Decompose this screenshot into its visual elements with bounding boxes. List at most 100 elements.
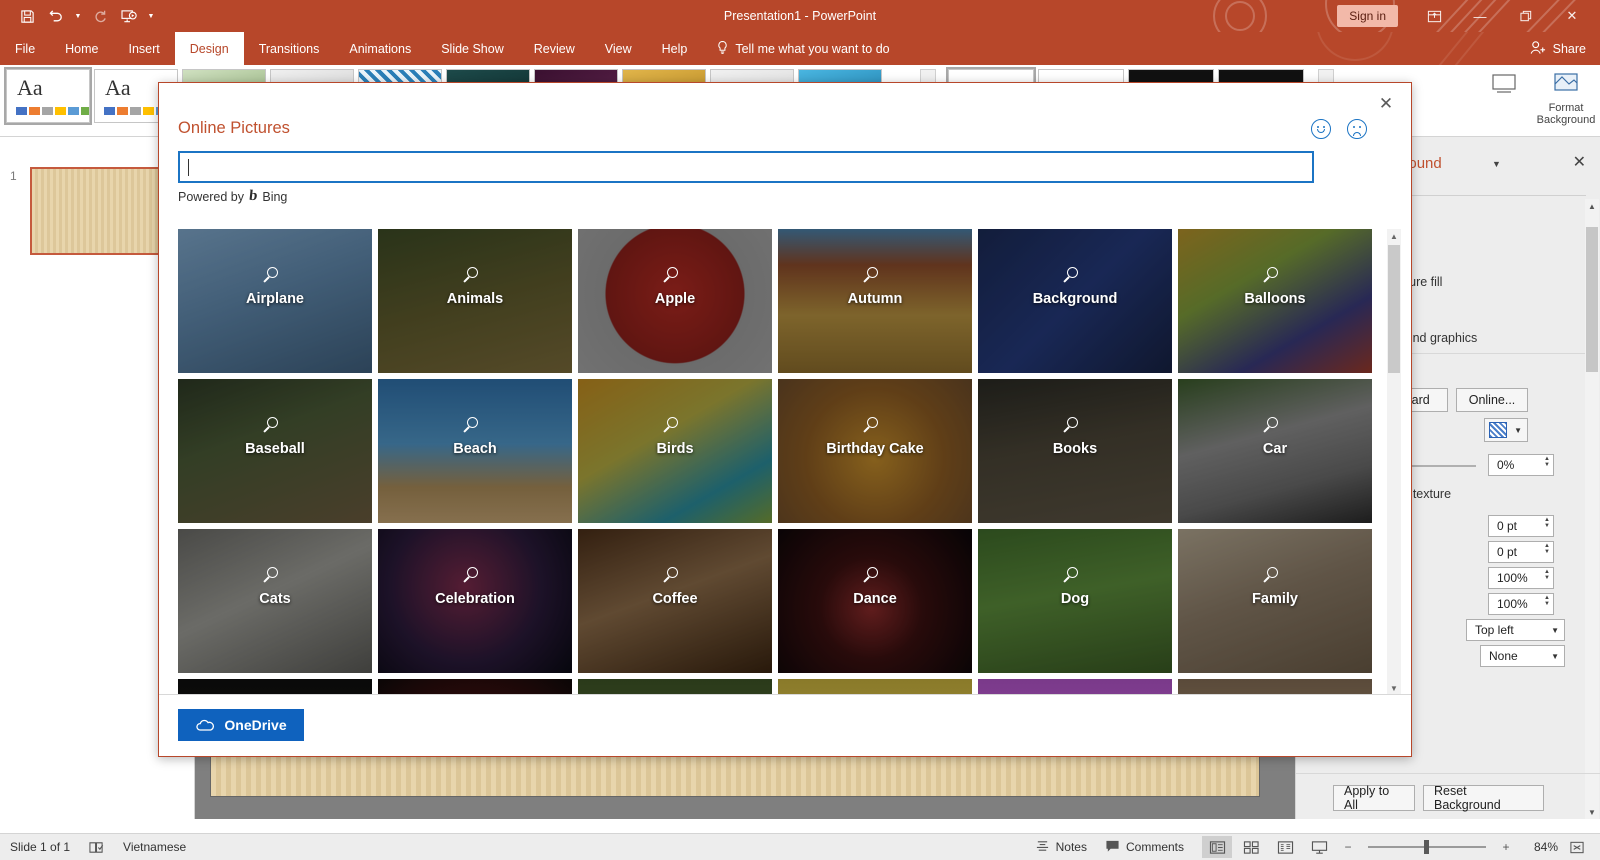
tell-me-label: Tell me what you want to do <box>735 41 890 56</box>
offset-x-field[interactable]: 0 pt ▲ ▼ <box>1488 515 1554 537</box>
category-tile[interactable]: Balloons <box>1178 229 1372 373</box>
ribbon-tab-design[interactable]: Design <box>174 32 244 65</box>
pane-close-icon[interactable]: ✕ <box>1573 152 1586 172</box>
restore-button[interactable] <box>1504 2 1548 30</box>
category-tile[interactable]: Coffee <box>578 529 772 673</box>
zoom-in-button[interactable]: + <box>1496 840 1516 854</box>
ribbon-tab-help[interactable]: Help <box>647 32 703 65</box>
zoom-level-label[interactable]: 84% <box>1520 840 1558 854</box>
fit-slide-to-window-button[interactable] <box>1562 836 1592 858</box>
category-tile[interactable]: Books <box>978 379 1172 523</box>
normal-view-button[interactable] <box>1202 836 1232 858</box>
sign-in-button[interactable]: Sign in <box>1337 5 1398 27</box>
scroll-up-icon[interactable]: ▲ <box>1387 229 1401 243</box>
scale-y-field[interactable]: 100% ▲ ▼ <box>1488 593 1554 615</box>
slide-size-button[interactable] <box>1474 67 1534 133</box>
ribbon-tab-review[interactable]: Review <box>519 32 590 65</box>
theme-thumbnail[interactable]: Aa <box>4 67 92 125</box>
spinner-arrows-icon[interactable]: ▲ ▼ <box>1544 456 1550 468</box>
comments-button[interactable]: Comments <box>1105 839 1184 856</box>
category-tile[interactable]: Celebration <box>378 529 572 673</box>
spell-check-icon[interactable] <box>88 840 105 855</box>
scrollbar-thumb[interactable] <box>1586 227 1598 372</box>
spinner-arrows-icon[interactable]: ▲ ▼ <box>1544 569 1550 581</box>
ribbon-tab-slide-show[interactable]: Slide Show <box>426 32 519 65</box>
category-tile[interactable]: Cats <box>178 529 372 673</box>
ribbon-tab-insert[interactable]: Insert <box>114 32 175 65</box>
format-background-button[interactable]: Format Background <box>1536 67 1596 133</box>
category-tile-partial[interactable] <box>178 679 372 695</box>
powerpoint-window: ▼ ▼ Presentation1 - PowerPoint Sign in —… <box>0 0 1600 860</box>
ribbon-display-options-icon[interactable] <box>1412 2 1456 30</box>
feedback-icons <box>1311 119 1367 139</box>
category-tile[interactable]: Background <box>978 229 1172 373</box>
smiley-feedback-icon[interactable] <box>1311 119 1331 139</box>
status-right-group: Notes Comments − + 84% <box>1035 836 1592 858</box>
zoom-out-button[interactable]: − <box>1338 840 1358 854</box>
search-input[interactable] <box>178 151 1314 183</box>
ribbon-tab-home[interactable]: Home <box>50 32 113 65</box>
category-tile[interactable]: Dog <box>978 529 1172 673</box>
spinner-arrows-icon[interactable]: ▲ ▼ <box>1544 595 1550 607</box>
dialog-close-icon[interactable]: ✕ <box>1373 91 1399 117</box>
category-tile[interactable]: Dance <box>778 529 972 673</box>
ribbon-tab-transitions[interactable]: Transitions <box>244 32 335 65</box>
notes-button[interactable]: Notes <box>1035 839 1087 856</box>
category-tile[interactable]: Animals <box>378 229 572 373</box>
category-tile[interactable]: Beach <box>378 379 572 523</box>
zoom-slider[interactable] <box>1368 837 1486 857</box>
scrollbar-thumb[interactable] <box>1388 245 1400 373</box>
close-button[interactable]: ✕ <box>1550 2 1594 30</box>
ribbon-tab-file[interactable]: File <box>0 32 50 65</box>
slideshow-view-button[interactable] <box>1304 836 1334 858</box>
tell-me-search[interactable]: Tell me what you want to do <box>702 32 901 65</box>
category-tile-partial[interactable] <box>778 679 972 695</box>
category-tile-label: Baseball <box>245 441 305 457</box>
category-tile[interactable]: Baseball <box>178 379 372 523</box>
category-tile[interactable]: Family <box>1178 529 1372 673</box>
scale-x-field[interactable]: 100% ▲ ▼ <box>1488 567 1554 589</box>
scroll-down-icon[interactable]: ▼ <box>1387 681 1401 695</box>
language-label[interactable]: Vietnamese <box>123 840 186 854</box>
category-tile[interactable]: Airplane <box>178 229 372 373</box>
magnifier-icon <box>663 417 683 433</box>
category-tile[interactable]: Autumn <box>778 229 972 373</box>
category-tile[interactable]: Birthday Cake <box>778 379 972 523</box>
category-tile[interactable]: Car <box>1178 379 1372 523</box>
spinner-arrows-icon[interactable]: ▲ ▼ <box>1544 517 1550 529</box>
lightbulb-icon <box>716 40 729 58</box>
magnifier-icon <box>863 417 883 433</box>
texture-picker-button[interactable]: ▼ <box>1484 418 1528 442</box>
pane-options-chevron-icon[interactable]: ▼ <box>1492 159 1501 169</box>
slide-sorter-view-button[interactable] <box>1236 836 1266 858</box>
transparency-value-field[interactable]: 0% ▲ ▼ <box>1488 454 1554 476</box>
zoom-knob[interactable] <box>1424 840 1429 854</box>
apply-to-all-button[interactable]: Apply to All <box>1333 784 1415 812</box>
onedrive-button[interactable]: OneDrive <box>178 709 304 741</box>
reset-background-button[interactable]: Reset Background <box>1423 784 1544 812</box>
category-tile-partial[interactable] <box>378 679 572 695</box>
spinner-arrows-icon[interactable]: ▲ ▼ <box>1544 543 1550 555</box>
category-tile-partial[interactable] <box>978 679 1172 695</box>
grid-scrollbar[interactable]: ▲ ▼ <box>1387 229 1401 695</box>
alignment-select[interactable]: Top left ▼ <box>1466 619 1565 641</box>
pane-scrollbar[interactable]: ▲ ▼ <box>1585 199 1599 819</box>
category-tile-label: Books <box>1052 441 1098 457</box>
category-tile-partial[interactable] <box>1178 679 1372 695</box>
category-tile[interactable]: Birds <box>578 379 772 523</box>
magnifier-icon <box>463 567 483 583</box>
mirror-type-select[interactable]: None ▼ <box>1480 645 1565 667</box>
ribbon-tab-animations[interactable]: Animations <box>334 32 426 65</box>
minimize-button[interactable]: — <box>1458 2 1502 30</box>
category-tile-label: Balloons <box>1244 291 1306 307</box>
share-button[interactable]: Share <box>1530 32 1586 65</box>
frown-feedback-icon[interactable] <box>1347 119 1367 139</box>
reading-view-button[interactable] <box>1270 836 1300 858</box>
scroll-up-icon[interactable]: ▲ <box>1585 199 1599 213</box>
category-tile[interactable]: Apple <box>578 229 772 373</box>
insert-from-online-button[interactable]: Online... <box>1456 388 1528 412</box>
offset-y-field[interactable]: 0 pt ▲ ▼ <box>1488 541 1554 563</box>
category-tile-partial[interactable] <box>578 679 772 695</box>
ribbon-tab-view[interactable]: View <box>590 32 647 65</box>
dialog-footer: OneDrive <box>159 694 1411 756</box>
